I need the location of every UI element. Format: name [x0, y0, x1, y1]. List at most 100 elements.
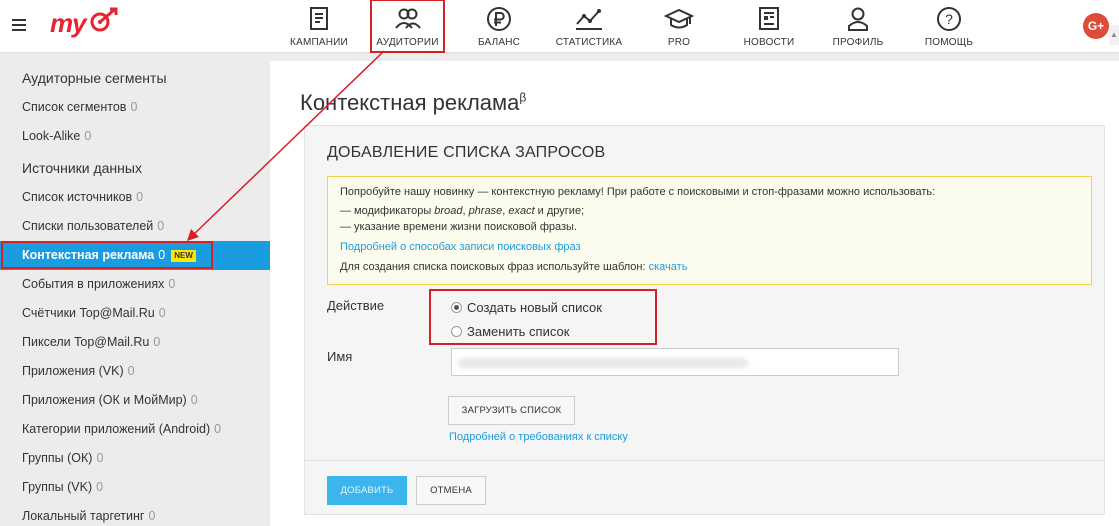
info-box: Попробуйте нашу новинку — контекстную ре… — [327, 176, 1092, 285]
blurred-value — [458, 358, 748, 368]
sidebar-item-local-targeting[interactable]: Локальный таргетинг 0 — [0, 502, 270, 526]
sidebar-item-label: Группы (ОК) — [22, 451, 93, 465]
sidebar-item-context-ads[interactable]: Контекстная реклама 0 NEW — [0, 241, 270, 270]
sidebar-item-count: 0 — [96, 451, 104, 465]
sidebar-item-label: Контекстная реклама — [22, 248, 155, 262]
card-title: ДОБАВЛЕНИЕ СПИСКА ЗАПРОСОВ — [327, 144, 606, 161]
sidebar-item-label: Категории приложений (Android) — [22, 422, 211, 436]
nav-label: БАЛАНС — [477, 37, 521, 48]
sidebar-item-count: 0 — [158, 306, 166, 320]
ruble-icon — [487, 7, 511, 31]
info-line: Для создания списка поисковых фраз испол… — [340, 260, 1079, 275]
main-content: Контекстная рекламаβ ДОБАВЛЕНИЕ СПИСКА З… — [270, 61, 1119, 526]
sidebar-item-apps-vk[interactable]: Приложения (VK) 0 — [0, 357, 270, 386]
sidebar-item-top-pixels[interactable]: Пиксели Top@Mail.Ru 0 — [0, 328, 270, 357]
sidebar-item-label: Look-Alike — [22, 129, 81, 143]
sidebar-item-count: 0 — [127, 364, 135, 378]
phrase-syntax-link[interactable]: Подробней о способах записи поисковых фр… — [340, 241, 581, 253]
sidebar-item-count: 0 — [153, 335, 161, 349]
nav-statistics[interactable]: СТАТИСТИКА — [553, 4, 625, 50]
modifier-broad: broad — [434, 205, 463, 217]
action-label: Действие — [327, 298, 385, 313]
nav-balance[interactable]: БАЛАНС — [474, 4, 524, 50]
logo-target-icon — [90, 7, 118, 32]
sidebar-item-segments[interactable]: Список сегментов 0 — [0, 93, 270, 122]
info-line: — модификаторы broad, phrase, exact и др… — [340, 204, 1079, 219]
nav-label: PRO — [667, 37, 691, 48]
nav-audiences[interactable]: АУДИТОРИИ — [370, 0, 445, 53]
sidebar-item-label: Списки пользователей — [22, 219, 154, 233]
sidebar: Аудиторные сегменты Список сегментов 0 Lo… — [0, 54, 270, 526]
sidebar-item-label: Список источников — [22, 190, 133, 204]
chart-icon — [576, 9, 602, 30]
sidebar-item-label: События в приложениях — [22, 277, 165, 291]
radio-label: Заменить список — [467, 324, 570, 339]
sidebar-item-label: Приложения (ОК и МойМир) — [22, 393, 187, 407]
info-text: Для создания списка поисковых фраз испол… — [340, 261, 649, 273]
name-label: Имя — [327, 349, 353, 364]
add-button[interactable]: ДОБАВИТЬ — [327, 476, 407, 505]
audiences-icon — [394, 8, 421, 29]
scrollbar-up-icon[interactable]: ▲ — [1109, 25, 1119, 45]
sidebar-item-apps-ok[interactable]: Приложения (ОК и МойМир) 0 — [0, 386, 270, 415]
sidebar-item-sources[interactable]: Список источников 0 — [0, 183, 270, 212]
nav-campaigns[interactable]: КАМПАНИИ — [285, 4, 353, 50]
add-list-card: ДОБАВЛЕНИЕ СПИСКА ЗАПРОСОВ Попробуйте на… — [304, 125, 1105, 515]
logo[interactable]: my — [50, 8, 87, 39]
info-text: — модификаторы — [340, 205, 435, 217]
sidebar-item-user-lists[interactable]: Списки пользователей 0 — [0, 212, 270, 241]
sidebar-item-groups-ok[interactable]: Группы (ОК) 0 — [0, 444, 270, 473]
action-radio-group: Создать новый список Заменить список — [429, 289, 657, 345]
page-title-text: Контекстная реклама — [300, 90, 520, 115]
nav-label: НОВОСТИ — [743, 37, 795, 48]
name-input[interactable] — [451, 348, 899, 376]
sidebar-item-count: 0 — [168, 277, 176, 291]
sidebar-item-groups-vk[interactable]: Группы (VK) 0 — [0, 473, 270, 502]
nav-profile[interactable]: ПРОФИЛЬ — [830, 4, 886, 50]
menu-icon[interactable] — [12, 19, 26, 34]
svg-text:?: ? — [945, 11, 953, 27]
info-text: и другие; — [534, 205, 585, 217]
sidebar-item-count: 0 — [136, 190, 144, 204]
sidebar-item-lookalike[interactable]: Look-Alike 0 — [0, 122, 270, 151]
sidebar-item-count: 0 — [84, 129, 92, 143]
sidebar-group-title: Источники данных — [22, 160, 142, 176]
sidebar-item-label: Группы (VK) — [22, 480, 93, 494]
sidebar-item-app-events[interactable]: События в приложениях 0 — [0, 270, 270, 299]
beta-mark: β — [519, 90, 527, 105]
sidebar-item-count: 0 — [148, 509, 156, 523]
nav-pro[interactable]: PRO — [656, 4, 702, 50]
sidebar-item-app-categories[interactable]: Категории приложений (Android) 0 — [0, 415, 270, 444]
sidebar-item-count: 0 — [130, 100, 138, 114]
modifier-phrase: phrase — [468, 205, 503, 217]
upload-list-button[interactable]: ЗАГРУЗИТЬ СПИСОК — [448, 396, 575, 425]
radio-unchecked-icon — [451, 326, 462, 337]
page-title: Контекстная рекламаβ — [300, 90, 526, 116]
download-template-link[interactable]: скачать — [649, 261, 688, 273]
radio-replace-list[interactable]: Заменить список — [451, 324, 569, 339]
sidebar-item-count: 0 — [96, 480, 104, 494]
radio-label: Создать новый список — [467, 300, 602, 315]
nav-label: АУДИТОРИИ — [376, 37, 439, 48]
google-plus-icon[interactable]: G+ — [1083, 13, 1109, 39]
sidebar-item-top-counters[interactable]: Счётчики Top@Mail.Ru 0 — [0, 299, 270, 328]
sidebar-item-count: 0 — [157, 219, 165, 233]
radio-checked-icon — [451, 302, 462, 313]
radio-create-list[interactable]: Создать новый список — [451, 300, 602, 315]
sidebar-item-count: 0 — [158, 248, 166, 262]
nav-help[interactable]: ? ПОМОЩЬ — [920, 4, 978, 50]
sidebar-item-count: 0 — [190, 393, 198, 407]
requirements-link[interactable]: Подробней о требованиях к списку — [449, 431, 628, 443]
sidebar-item-count: 0 — [214, 422, 222, 436]
sidebar-item-label: Счётчики Top@Mail.Ru — [22, 306, 155, 320]
cancel-button[interactable]: ОТМЕНА — [416, 476, 486, 505]
nav-label: СТАТИСТИКА — [555, 37, 623, 48]
sidebar-item-label: Локальный таргетинг — [22, 509, 145, 523]
graduation-cap-icon — [664, 8, 694, 29]
nav-news[interactable]: НОВОСТИ — [740, 4, 798, 50]
sidebar-item-label: Пиксели Top@Mail.Ru — [22, 335, 150, 349]
info-line: — указание времени жизни поисковой фразы… — [340, 221, 577, 233]
help-icon: ? — [937, 7, 961, 31]
nav-label: ПРОФИЛЬ — [832, 37, 884, 48]
info-line: Попробуйте нашу новинку — контекстную ре… — [340, 186, 936, 198]
